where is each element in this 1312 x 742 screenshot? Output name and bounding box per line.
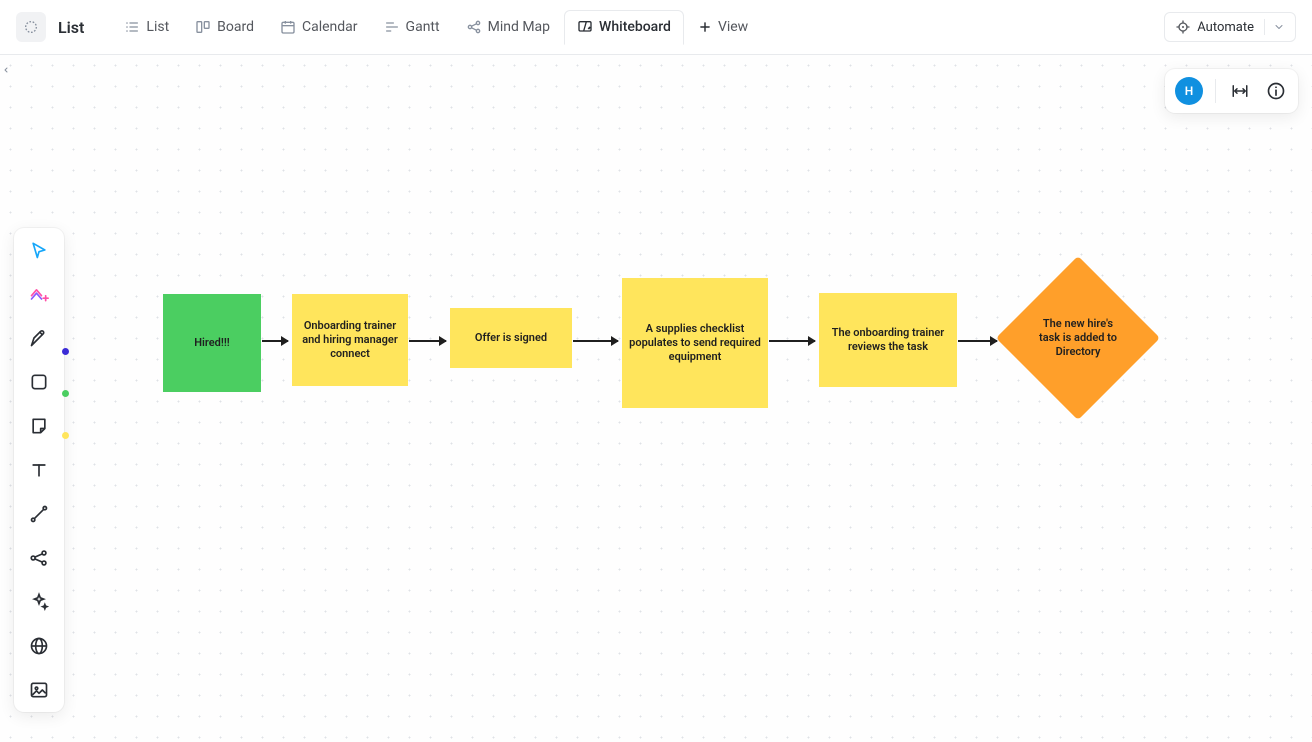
- plus-icon: [698, 20, 712, 34]
- tool-image[interactable]: [23, 678, 55, 702]
- flow-arrow[interactable]: [769, 340, 815, 342]
- flow-node-added-to-directory[interactable]: The new hire's task is added to Director…: [1020, 280, 1136, 396]
- mindmap-icon: [466, 19, 482, 35]
- flow-node-hired[interactable]: Hired!!!: [163, 294, 261, 392]
- tool-magic[interactable]: [23, 590, 55, 614]
- gantt-icon: [384, 19, 400, 35]
- flow-node-text: Hired!!!: [194, 336, 229, 350]
- flow-node-text: The new hire's task is added to Director…: [1033, 317, 1123, 360]
- whiteboard-toolbar: [14, 228, 64, 712]
- flow-node-trainer-reviews[interactable]: The onboarding trainer reviews the task: [819, 293, 957, 387]
- info-button[interactable]: [1264, 79, 1288, 103]
- list-type-icon[interactable]: [16, 12, 46, 42]
- flow-node-text: A supplies checklist populates to send r…: [628, 322, 762, 365]
- tab-label: Board: [217, 19, 254, 35]
- tool-shape[interactable]: [23, 370, 55, 394]
- avatar[interactable]: H: [1175, 77, 1203, 105]
- flow-arrow[interactable]: [573, 340, 618, 342]
- tab-label: Calendar: [302, 19, 358, 35]
- tab-list[interactable]: List: [112, 11, 181, 43]
- color-dot-green[interactable]: [62, 390, 69, 397]
- tab-board[interactable]: Board: [183, 11, 266, 43]
- presence-bar: H: [1165, 69, 1298, 113]
- flow-node-text: The onboarding trainer reviews the task: [825, 326, 951, 355]
- tool-share-structure[interactable]: [23, 546, 55, 570]
- header-left: List List Board Calendar Gantt Mind Map: [16, 10, 760, 44]
- avatar-letter: H: [1185, 84, 1194, 98]
- tab-whiteboard[interactable]: Whiteboard: [564, 10, 684, 45]
- tab-mindmap[interactable]: Mind Map: [454, 11, 562, 43]
- tool-web-embed[interactable]: [23, 634, 55, 658]
- flow-node-supplies-checklist[interactable]: A supplies checklist populates to send r…: [622, 278, 768, 408]
- tool-connector[interactable]: [23, 502, 55, 526]
- flow-node-offer-signed[interactable]: Offer is signed: [450, 308, 572, 368]
- tab-label: Gantt: [406, 19, 440, 35]
- page-title: List: [58, 18, 84, 37]
- color-dot-blue[interactable]: [62, 348, 69, 355]
- board-icon: [195, 19, 211, 35]
- tool-ai-create[interactable]: [23, 282, 55, 306]
- tool-text[interactable]: [23, 458, 55, 482]
- header-right: Automate: [1164, 12, 1296, 42]
- add-view-label: View: [718, 19, 748, 35]
- calendar-icon: [280, 19, 296, 35]
- tab-calendar[interactable]: Calendar: [268, 11, 370, 43]
- tab-gantt[interactable]: Gantt: [372, 11, 452, 43]
- flow-node-trainer-connect[interactable]: Onboarding trainer and hiring manager co…: [292, 294, 408, 386]
- header: List List Board Calendar Gantt Mind Map: [0, 0, 1312, 55]
- flow-arrow[interactable]: [262, 340, 288, 342]
- tab-label: Mind Map: [488, 19, 550, 35]
- flow-arrow[interactable]: [409, 340, 446, 342]
- tab-label: List: [146, 19, 169, 35]
- flow-node-text: Onboarding trainer and hiring manager co…: [298, 319, 402, 362]
- view-tabs: List Board Calendar Gantt Mind Map White…: [112, 10, 760, 44]
- list-icon: [124, 19, 140, 35]
- flow-node-text: Offer is signed: [475, 331, 547, 345]
- whiteboard-canvas[interactable]: H Hired!!! Onboarding trainer and hiring…: [0, 55, 1312, 742]
- tab-label: Whiteboard: [599, 19, 671, 35]
- automate-button[interactable]: Automate: [1164, 12, 1296, 42]
- add-view-button[interactable]: View: [686, 11, 760, 43]
- tool-pen[interactable]: [23, 326, 55, 350]
- whiteboard-icon: [577, 19, 593, 35]
- automate-icon: [1175, 19, 1191, 35]
- tool-cursor[interactable]: [23, 238, 55, 262]
- collapse-handle[interactable]: [0, 60, 12, 80]
- flow-arrow[interactable]: [958, 340, 997, 342]
- tool-sticky-note[interactable]: [23, 414, 55, 438]
- fit-width-button[interactable]: [1228, 79, 1252, 103]
- divider: [1264, 19, 1265, 35]
- color-dot-yellow[interactable]: [62, 432, 69, 439]
- divider: [1215, 79, 1216, 103]
- chevron-down-icon: [1273, 21, 1285, 33]
- automate-label: Automate: [1197, 20, 1254, 35]
